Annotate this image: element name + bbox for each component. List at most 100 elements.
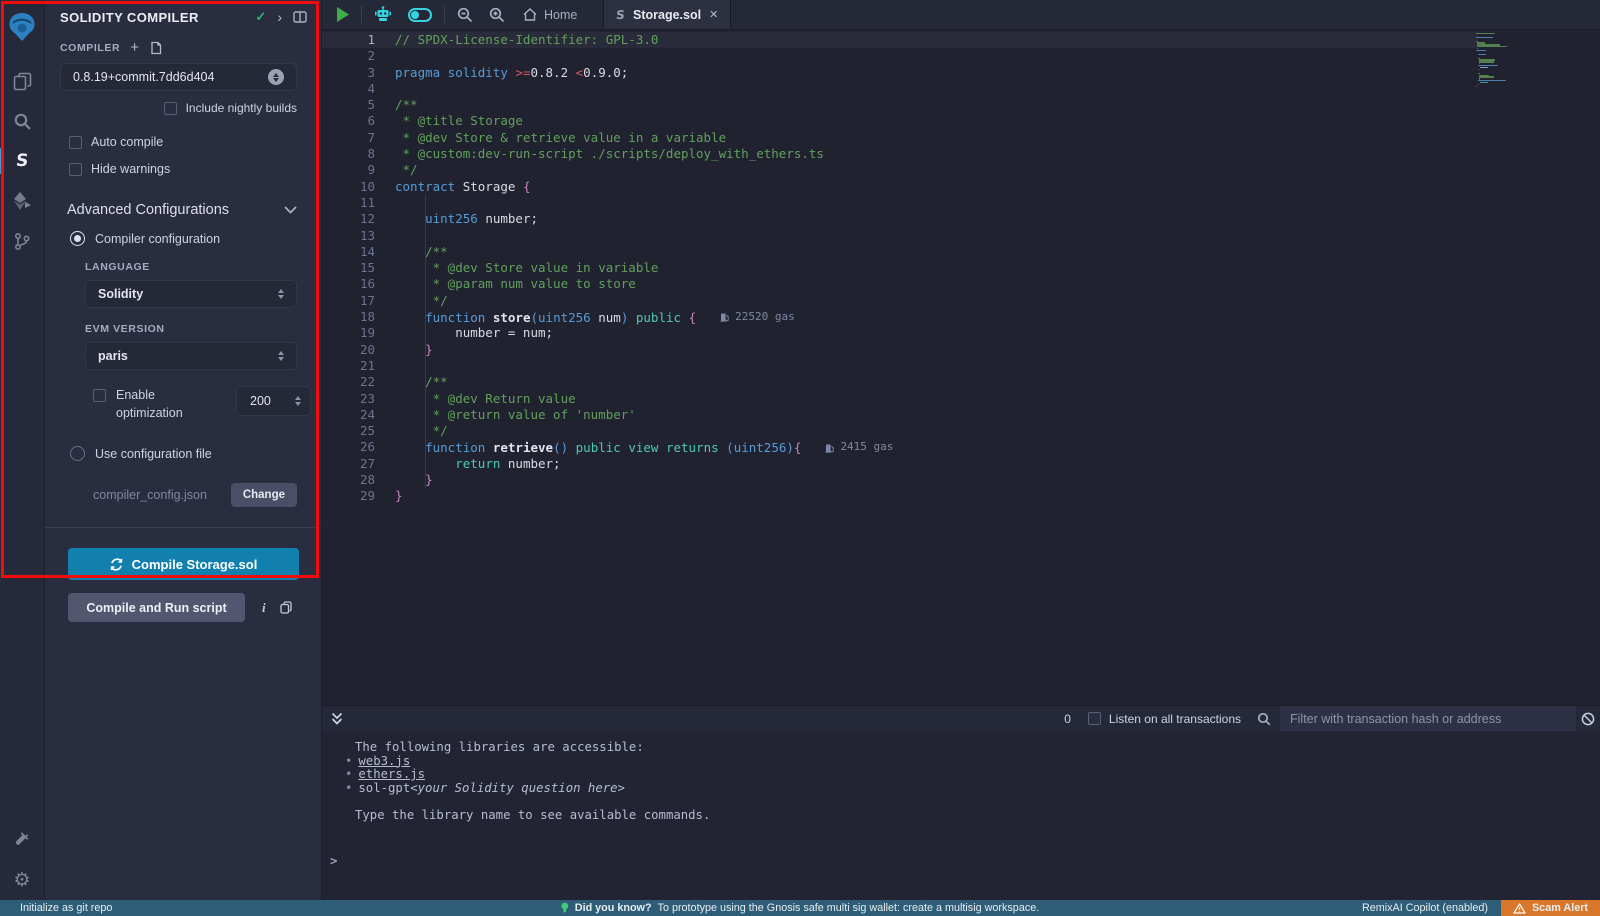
hide-warnings-checkbox[interactable] — [69, 163, 82, 176]
add-compiler-icon[interactable]: + — [130, 39, 139, 56]
toolbar-separator — [444, 6, 445, 23]
sidebar-item-plugin-manager[interactable] — [0, 820, 45, 860]
scam-alert-button[interactable]: Scam Alert — [1501, 900, 1600, 916]
optimization-runs-input[interactable]: 200 — [236, 386, 311, 416]
code-editor[interactable]: 1234567891011121314151617181920212223242… — [322, 30, 1600, 705]
code-line[interactable]: return number; — [395, 456, 1600, 472]
terminal-search-button[interactable] — [1257, 712, 1271, 726]
auto-compile-label: Auto compile — [91, 135, 163, 149]
use-config-file-radio[interactable] — [70, 446, 85, 461]
reload-compiler-icon[interactable] — [149, 41, 162, 55]
line-number: 11 — [322, 195, 375, 211]
code-line[interactable]: * @custom:dev-run-script ./scripts/deplo… — [395, 146, 1600, 162]
zoom-out-icon — [457, 7, 473, 23]
code-line[interactable]: * @param num value to store — [395, 276, 1600, 292]
code-lines[interactable]: // SPDX-License-Identifier: GPL-3.0 pragm… — [395, 30, 1600, 705]
collapse-terminal-button[interactable] — [331, 712, 343, 725]
panel-title: SOLIDITY COMPILER — [60, 10, 255, 25]
code-line[interactable]: } — [395, 342, 1600, 358]
code-line[interactable]: function store(uint256 num) public {2252… — [395, 309, 1600, 325]
code-line[interactable]: * @return value of 'number' — [395, 407, 1600, 423]
change-config-button[interactable]: Change — [231, 483, 297, 507]
language-select[interactable]: Solidity — [85, 280, 297, 308]
close-tab-icon[interactable]: ✕ — [709, 8, 718, 21]
chevron-right-icon[interactable]: › — [277, 9, 282, 25]
compiler-configuration-radio[interactable] — [70, 231, 85, 246]
indent-guide — [425, 195, 426, 488]
sidebar-item-file-explorer[interactable] — [0, 61, 45, 101]
terminal-body[interactable]: The following libraries are accessible: … — [322, 731, 1600, 900]
sidebar-item-git[interactable] — [0, 221, 45, 261]
zoom-out-button[interactable] — [449, 0, 481, 29]
evm-version-value: paris — [98, 349, 128, 363]
minimap[interactable] — [1476, 33, 1566, 88]
code-line[interactable]: * @dev Store value in variable — [395, 260, 1600, 276]
zoom-in-button[interactable] — [481, 0, 513, 29]
code-line[interactable] — [395, 228, 1600, 244]
double-chevron-down-icon — [331, 712, 343, 725]
advanced-configurations-label: Advanced Configurations — [67, 202, 229, 218]
tip-title: Did you know? — [575, 902, 652, 914]
copy-icon[interactable] — [280, 601, 292, 614]
clear-console-button[interactable] — [1576, 712, 1600, 726]
info-icon[interactable]: i — [262, 600, 266, 616]
did-you-know-tip: Did you know? To prototype using the Gno… — [561, 902, 1039, 914]
remix-logo[interactable] — [0, 5, 45, 49]
copilot-toggle[interactable] — [400, 0, 440, 29]
sidebar-item-deploy-run[interactable] — [0, 181, 45, 221]
code-line[interactable]: */ — [395, 162, 1600, 178]
stepper-arrows-icon[interactable] — [295, 396, 301, 406]
evm-version-select[interactable]: paris — [85, 342, 297, 370]
line-number: 22 — [322, 374, 375, 390]
code-line[interactable]: pragma solidity >=0.8.2 <0.9.0; — [395, 65, 1600, 81]
line-number: 13 — [322, 228, 375, 244]
gas-estimate-badge: 22520 gas — [720, 309, 795, 325]
version-sort-icon — [268, 69, 284, 85]
auto-compile-checkbox[interactable] — [69, 136, 82, 149]
nightly-builds-checkbox[interactable] — [164, 102, 177, 115]
compiler-version-select[interactable]: 0.8.19+commit.7dd6d404 — [60, 63, 297, 91]
code-line[interactable]: function retrieve() public view returns … — [395, 439, 1600, 455]
git-init-button[interactable]: Initialize as git repo — [0, 902, 112, 914]
compile-button[interactable]: Compile Storage.sol — [68, 548, 299, 580]
code-line[interactable] — [395, 81, 1600, 97]
enable-optimization-checkbox[interactable] — [93, 389, 106, 402]
code-line[interactable]: /** — [395, 97, 1600, 113]
compiler-label: COMPILER — [60, 42, 120, 54]
advanced-configurations-toggle[interactable]: Advanced Configurations — [45, 202, 321, 218]
tab-storage-sol[interactable]: S Storage.sol ✕ — [603, 0, 731, 29]
run-script-button[interactable] — [322, 0, 357, 29]
code-line[interactable]: /** — [395, 244, 1600, 260]
code-line[interactable]: // SPDX-License-Identifier: GPL-3.0 — [395, 32, 1600, 48]
code-line[interactable]: uint256 number; — [395, 211, 1600, 227]
code-line[interactable]: /** — [395, 374, 1600, 390]
code-line[interactable]: */ — [395, 293, 1600, 309]
terminal-library-item: •sol-gpt <your Solidity question here> — [322, 782, 1600, 796]
code-line[interactable] — [395, 48, 1600, 64]
sidebar-item-search[interactable] — [0, 101, 45, 141]
compile-and-run-button[interactable]: Compile and Run script — [68, 593, 245, 622]
library-link[interactable]: ethers.js — [358, 768, 425, 782]
code-line[interactable]: contract Storage { — [395, 179, 1600, 195]
transaction-filter-input[interactable] — [1280, 706, 1576, 732]
hide-warnings-row: Hide warnings — [45, 162, 321, 176]
code-line[interactable]: number = num; — [395, 325, 1600, 341]
library-link[interactable]: web3.js — [358, 755, 410, 769]
code-line[interactable]: } — [395, 488, 1600, 504]
split-view-icon[interactable] — [293, 11, 307, 23]
copilot-status: RemixAI Copilot (enabled) — [1362, 902, 1488, 914]
code-line[interactable]: * @dev Store & retrieve value in a varia… — [395, 130, 1600, 146]
code-line[interactable] — [395, 358, 1600, 374]
tab-home[interactable]: Home — [513, 0, 591, 29]
code-line[interactable]: */ — [395, 423, 1600, 439]
code-line[interactable]: * @dev Return value — [395, 391, 1600, 407]
code-line[interactable]: } — [395, 472, 1600, 488]
sidebar-item-settings[interactable]: ⚙ — [0, 860, 45, 900]
code-line[interactable] — [395, 195, 1600, 211]
terminal-libraries: •web3.js•ethers.js•sol-gpt <your Solidit… — [322, 755, 1600, 796]
terminal-prompt[interactable]: > — [330, 854, 337, 868]
code-line[interactable]: * @title Storage — [395, 113, 1600, 129]
listen-transactions-checkbox[interactable] — [1088, 712, 1101, 725]
sidebar-item-solidity-compiler[interactable]: S — [0, 141, 45, 181]
remixai-button[interactable] — [366, 0, 400, 29]
